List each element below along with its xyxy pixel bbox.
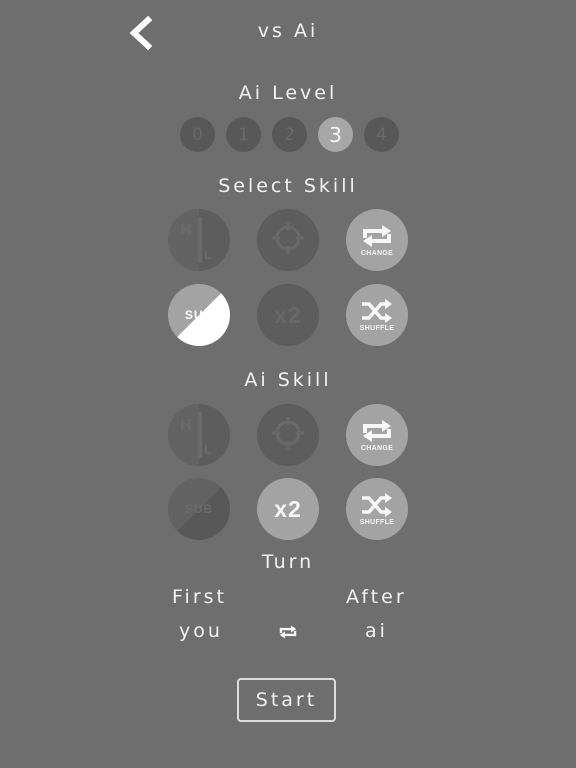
shuffle-icon [362, 492, 392, 517]
select-skill-shuffle-button[interactable]: SHUFFLE [346, 284, 408, 346]
shuffle-caption: SHUFFLE [359, 324, 395, 332]
turn-title: Turn [261, 551, 315, 573]
select-skill-title: Select Skill [218, 175, 358, 197]
ai-skill-change-button[interactable]: CHANGE [346, 404, 408, 466]
repeat-icon [363, 419, 391, 442]
select-skill-sub-button[interactable]: SUB [168, 284, 230, 346]
swap-turn-button[interactable] [278, 624, 298, 642]
ai-skill-shuffle-button[interactable]: SHUFFLE [346, 478, 408, 540]
double-label: x2 [274, 495, 302, 522]
start-button[interactable]: Start [237, 678, 336, 722]
ai-level-title: Ai Level [238, 82, 338, 104]
change-caption: CHANGE [360, 444, 394, 452]
ai-skill-target-button[interactable] [257, 404, 319, 466]
repeat-icon [363, 224, 391, 247]
crosshair-icon [272, 417, 304, 449]
ai-level-option-3[interactable]: 3 [318, 117, 353, 152]
ai-skill-title: Ai Skill [244, 369, 332, 391]
crosshair-icon [272, 222, 304, 254]
after-player-value: ai [365, 620, 388, 642]
svg-text:L: L [204, 443, 211, 457]
change-caption: CHANGE [360, 249, 394, 257]
hint-glyph-icon: H L [168, 209, 211, 271]
ai-level-selector: 0 1 2 3 4 [180, 117, 399, 152]
ai-level-option-2[interactable]: 2 [272, 117, 307, 152]
first-player-value: you [179, 620, 223, 642]
hint-glyph-icon: H L [168, 404, 211, 466]
sub-label: SUB [184, 308, 214, 322]
select-skill-change-button[interactable]: CHANGE [346, 209, 408, 271]
svg-text:H: H [180, 417, 192, 434]
ai-skill-double-button[interactable]: x2 [257, 478, 319, 540]
select-skill-target-button[interactable] [257, 209, 319, 271]
shuffle-icon [362, 298, 392, 323]
page-title: vs Ai [257, 20, 319, 42]
ai-level-option-0[interactable]: 0 [180, 117, 215, 152]
double-label: x2 [274, 301, 302, 328]
ai-skill-hint-button[interactable]: H L [168, 404, 230, 466]
ai-skill-sub-button[interactable]: SUB [168, 478, 230, 540]
select-skill-double-button[interactable]: x2 [257, 284, 319, 346]
ai-level-option-1[interactable]: 1 [226, 117, 261, 152]
svg-text:H: H [180, 222, 192, 239]
ai-level-option-4[interactable]: 4 [364, 117, 399, 152]
sub-label: SUB [184, 502, 214, 516]
swap-icon [279, 625, 297, 639]
shuffle-caption: SHUFFLE [359, 518, 395, 526]
after-label: After [346, 586, 407, 608]
svg-text:L: L [204, 248, 211, 262]
select-skill-hint-button[interactable]: H L [168, 209, 230, 271]
first-label: First [172, 586, 227, 608]
